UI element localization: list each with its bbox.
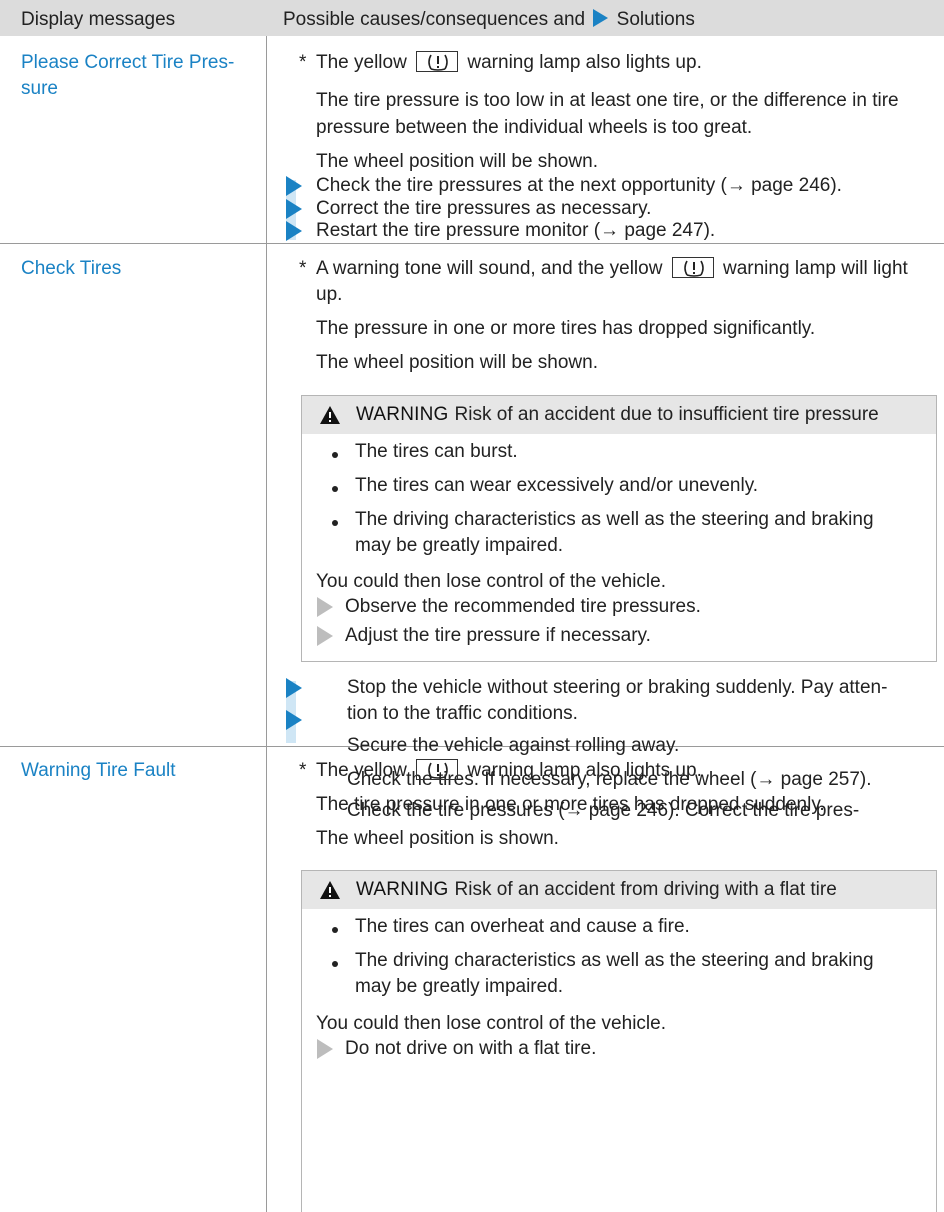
paragraph: The pressure in one or more tires has dr… (316, 318, 816, 339)
asterisk: * (299, 52, 307, 73)
paragraph: The wheel position will be shown. (316, 352, 598, 373)
triangle-right-icon (593, 9, 609, 27)
warning-bullet: The tires can wear excessively and/or un… (355, 475, 759, 496)
step-text-cont: tion to the traffic conditions. (347, 703, 578, 724)
lamp-sentence-end: warning lamp also lights up. (467, 760, 702, 781)
warning-box: WARNING Risk of an accident from driving … (301, 870, 937, 1212)
bullet-icon (332, 486, 338, 492)
warning-bullet: The tires can overheat and cause a fire. (355, 916, 690, 937)
tire-pressure-warning-lamp-icon (416, 759, 459, 780)
tire-pressure-warning-lamp-icon (416, 51, 459, 72)
warning-after: You could then lose control of the vehic… (316, 571, 666, 592)
message-check-tires: Check Tires (21, 258, 122, 279)
warning-label: WARNING (356, 879, 449, 900)
paragraph: up. (316, 284, 343, 305)
paragraph: The tire pressure is too low in at least… (316, 90, 899, 111)
triangle-right-icon (317, 626, 333, 646)
lamp-sentence-end: warning lamp will light (723, 258, 908, 279)
bullet-icon (332, 927, 338, 933)
warning-box: WARNING Risk of an accident due to insuff… (301, 395, 937, 662)
warning-title-text: Risk of an accident from driving with a … (454, 879, 837, 900)
header-causes-text: Possible causes/consequences and (283, 9, 586, 30)
warning-bullet: The driving characteristics as well as t… (355, 509, 874, 530)
lamp-sentence-start: The yellow (316, 52, 407, 73)
warning-step: Adjust the tire pressure if necessary. (345, 625, 651, 646)
warning-bullet: The tires can burst. (355, 441, 518, 462)
message-line: sure (21, 78, 58, 99)
header-causes-solutions: Possible causes/consequences and Solutio… (283, 7, 695, 33)
column-divider (266, 36, 267, 1212)
paragraph: The wheel position is shown. (316, 828, 559, 849)
message-warning-tire-fault: Warning Tire Fault (21, 760, 176, 781)
lamp-sentence-start: The yellow (316, 760, 407, 781)
warning-bullet-cont: may be greatly impaired. (355, 976, 564, 997)
paragraph: The wheel position will be shown. (316, 151, 598, 172)
warning-triangle-icon (320, 406, 340, 424)
triangle-right-icon (286, 678, 302, 698)
triangle-right-icon (286, 176, 302, 196)
table-header: Display messages Possible causes/consequ… (0, 0, 944, 36)
warning-label: WARNING (356, 404, 449, 425)
lamp-sentence: A warning tone will sound, and the yello… (316, 256, 908, 282)
warning-triangle-icon (320, 881, 340, 899)
warning-title-text: Risk of an accident due to insufficient … (454, 404, 879, 425)
paragraph: The tire pressure in one or more tires h… (316, 794, 825, 815)
triangle-right-icon (317, 597, 333, 617)
tire-pressure-warning-lamp-icon (671, 257, 714, 278)
message-line: Please Correct Tire Pres- (21, 52, 235, 73)
step-text: Stop the vehicle without steering or bra… (347, 677, 888, 698)
warning-title: WARNING Risk of an accident due to insuff… (356, 402, 879, 428)
bullet-icon (332, 520, 338, 526)
warning-bullet-cont: may be greatly impaired. (355, 535, 564, 556)
lamp-sentence-end: warning lamp also lights up. (467, 52, 702, 73)
warning-after: You could then lose control of the vehic… (316, 1013, 666, 1034)
bullet-icon (332, 452, 338, 458)
step-text: Restart the tire pressure monitor (→ pag… (316, 220, 716, 241)
warning-bullet: The driving characteristics as well as t… (355, 950, 874, 971)
header-display-messages: Display messages (21, 9, 176, 30)
warning-step: Do not drive on with a flat tire. (345, 1038, 597, 1059)
lamp-sentence-start: A warning tone will sound, and the yello… (316, 258, 663, 279)
warning-title: WARNING Risk of an accident from driving … (356, 877, 837, 903)
triangle-right-icon (317, 1039, 333, 1059)
lamp-sentence: The yellow warning lamp also lights up. (316, 758, 702, 784)
header-solutions-text: Solutions (616, 9, 695, 30)
asterisk: * (299, 258, 307, 279)
bullet-icon (332, 961, 338, 967)
warning-step: Observe the recommended tire pressures. (345, 596, 701, 617)
asterisk: * (299, 760, 307, 781)
triangle-right-icon (286, 199, 302, 219)
message-please-correct-tire-pressure: Please Correct Tire Pres- sure (21, 50, 234, 102)
lamp-sentence: The yellow warning lamp also lights up. (316, 50, 702, 76)
triangle-right-icon (286, 221, 302, 241)
triangle-right-icon (286, 710, 302, 730)
paragraph: pressure between the individual wheels i… (316, 117, 753, 138)
step-text: Secure the vehicle against rolling away. (347, 735, 680, 756)
